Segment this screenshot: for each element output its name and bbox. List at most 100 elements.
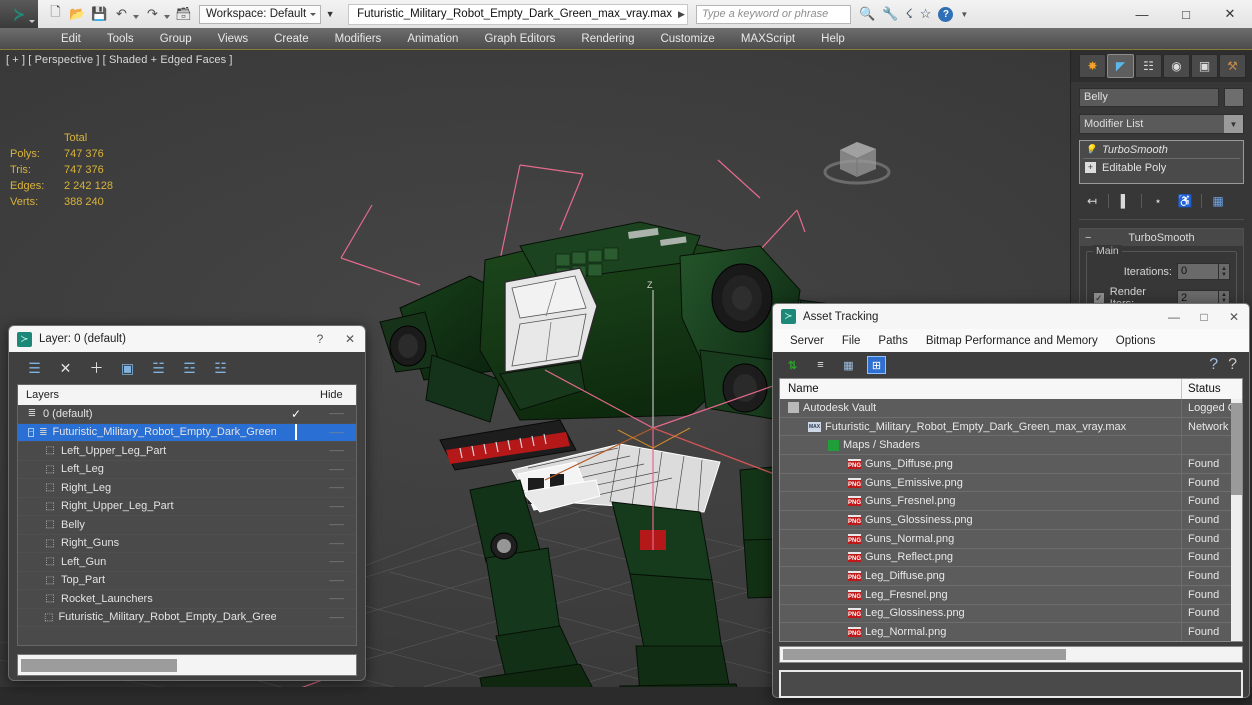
save-file-icon[interactable]: 💾 xyxy=(89,4,110,25)
display-tab[interactable]: ▣ xyxy=(1191,54,1218,78)
select-highlighted-objects-icon[interactable]: ☱ xyxy=(149,359,168,378)
hide-column-cell[interactable]: –––– xyxy=(316,428,356,437)
layer-row[interactable]: ≣ 0 (default) ✓ –––– xyxy=(18,405,356,424)
collapse-icon[interactable]: − xyxy=(1085,232,1091,244)
delete-layer-icon[interactable]: ✕ xyxy=(56,359,75,378)
help-pointer-icon[interactable]: ? xyxy=(1209,356,1218,374)
modifier-list-dropdown[interactable]: Modifier List ▼ xyxy=(1079,114,1244,134)
asset-row[interactable]: PNG Guns_Fresnel.png Found xyxy=(780,492,1242,512)
object-color-swatch[interactable] xyxy=(1224,88,1244,107)
create-tab[interactable]: ✸ xyxy=(1079,54,1106,78)
view-cube[interactable] xyxy=(820,128,894,190)
close-button[interactable]: ✕ xyxy=(1219,304,1249,330)
select-objects-in-layer-icon[interactable]: ▣ xyxy=(118,359,137,378)
workspace-selector[interactable]: Workspace: Default xyxy=(199,4,322,24)
menu-item-views[interactable]: Views xyxy=(205,28,261,50)
asset-row[interactable]: PNG Leg_Diffuse.png Found xyxy=(780,567,1242,586)
hide-column-cell[interactable]: –––– xyxy=(316,539,356,548)
layer-row[interactable]: ⬚ Left_Upper_Leg_Part –––– xyxy=(18,442,356,461)
refresh-icon[interactable]: ⇅ xyxy=(783,356,802,374)
asset-row[interactable]: PNG Guns_Glossiness.png Found xyxy=(780,511,1242,530)
menu-item-file[interactable]: File xyxy=(833,335,870,347)
layer-row[interactable]: ⬚ Futuristic_Military_Robot_Empty_Dark_Gr… xyxy=(18,609,356,627)
menu-item-server[interactable]: Server xyxy=(781,335,833,347)
asset-row[interactable]: PNG Guns_Reflect.png Found xyxy=(780,548,1242,568)
undo-icon[interactable]: ↶ xyxy=(111,4,132,25)
thumbnail-view-icon[interactable]: ▦ xyxy=(839,356,858,374)
close-button[interactable]: ✕ xyxy=(1208,0,1252,28)
layer-row[interactable]: ⬚ Right_Upper_Leg_Part –––– xyxy=(18,498,356,516)
layer-row[interactable]: ⬚ Right_Leg –––– xyxy=(18,479,356,498)
help-dropdown-icon[interactable]: ▼ xyxy=(960,10,968,19)
search-input[interactable]: Type a keyword or phrase xyxy=(695,4,851,24)
menu-item-customize[interactable]: Customize xyxy=(647,28,727,50)
hide-column-cell[interactable]: –––– xyxy=(316,557,356,566)
menu-item-create[interactable]: Create xyxy=(261,28,322,50)
scrollbar-thumb[interactable] xyxy=(783,649,1066,660)
layer-row[interactable]: ⬚ Rocket_Launchers –––– xyxy=(18,590,356,609)
menu-item-paths[interactable]: Paths xyxy=(869,335,916,347)
scrollbar-thumb[interactable] xyxy=(1231,403,1242,495)
create-new-layer-icon[interactable]: ☰ xyxy=(25,359,44,378)
help-button[interactable]: ? xyxy=(305,326,335,352)
compass-icon[interactable]: ☇ xyxy=(905,6,912,22)
hide-column-cell[interactable]: –––– xyxy=(316,576,356,585)
new-file-icon[interactable]: 🗋 xyxy=(45,4,66,25)
layer-active-check[interactable]: ✓ xyxy=(276,407,316,421)
hide-column-cell[interactable]: –––– xyxy=(316,502,356,511)
add-selection-to-layer-icon[interactable]: ＋ xyxy=(87,359,106,378)
hide-column-cell[interactable]: –––– xyxy=(316,446,356,455)
menu-item-graph-editors[interactable]: Graph Editors xyxy=(471,28,568,50)
menu-item-rendering[interactable]: Rendering xyxy=(568,28,647,50)
object-name-field[interactable]: Belly xyxy=(1079,88,1219,107)
asset-row[interactable]: Maps / Shaders xyxy=(780,436,1242,456)
rollout-header[interactable]: − TurboSmooth xyxy=(1080,229,1243,246)
help-icon[interactable]: ? xyxy=(938,6,954,22)
open-file-icon[interactable]: 📂 xyxy=(67,4,88,25)
show-end-result-button[interactable]: ▌ xyxy=(1114,191,1136,211)
layer-row[interactable]: ⬚ Top_Part –––– xyxy=(18,572,356,590)
pin-stack-button[interactable]: ↤ xyxy=(1081,191,1103,211)
asset-row[interactable]: Autodesk Vault Logged O xyxy=(780,399,1242,418)
app-logo-icon[interactable]: ≻ xyxy=(0,0,38,28)
workspace-dropdown-icon[interactable]: ▼ xyxy=(322,5,338,24)
undo-dropdown-icon[interactable] xyxy=(133,15,139,19)
hide-column-cell[interactable]: –––– xyxy=(316,483,356,492)
menu-item-help[interactable]: Help xyxy=(808,28,858,50)
binoculars-icon[interactable]: 🔍 xyxy=(859,6,875,22)
hide-column-cell[interactable]: –––– xyxy=(316,465,356,474)
favorites-star-icon[interactable]: ☆ xyxy=(920,6,932,22)
minimize-button[interactable]: — xyxy=(1159,304,1189,330)
modifier-stack-item-editable-poly[interactable]: + Editable Poly xyxy=(1080,159,1243,176)
menu-item-options[interactable]: Options xyxy=(1107,335,1165,347)
asset-row[interactable]: PNG Guns_Emissive.png Found xyxy=(780,473,1242,493)
layer-list[interactable]: Layers Hide ≣ 0 (default) ✓ –––– − ≣ Futuristi… xyxy=(17,384,357,646)
scrollbar-thumb[interactable] xyxy=(21,658,178,672)
help-question-icon[interactable]: ? xyxy=(1228,356,1237,374)
plus-expand-icon[interactable]: + xyxy=(1085,162,1096,173)
layer-row[interactable]: ⬚ Belly –––– xyxy=(18,516,356,535)
close-button[interactable]: ✕ xyxy=(335,326,365,352)
modifier-stack-item-turbosmooth[interactable]: 💡 TurboSmooth xyxy=(1080,141,1243,158)
motion-tab[interactable]: ◉ xyxy=(1163,54,1190,78)
layer-row[interactable]: − ≣ Futuristic_Military_Robot_Empty_Dark_G… xyxy=(18,423,356,442)
asset-table-hscrollbar[interactable] xyxy=(779,646,1243,663)
remove-modifier-button[interactable]: ♿ xyxy=(1174,191,1196,211)
layer-row[interactable]: ⬚ Left_Leg –––– xyxy=(18,461,356,479)
chevron-down-icon[interactable]: ▼ xyxy=(1224,115,1243,133)
asset-row[interactable]: MAX Futuristic_Military_Robot_Empty_Dark_… xyxy=(780,417,1242,437)
hide-checkbox[interactable] xyxy=(276,424,316,441)
menu-item-group[interactable]: Group xyxy=(147,28,205,50)
modifier-stack[interactable]: 💡 TurboSmooth + Editable Poly xyxy=(1079,140,1244,184)
grid-view-icon[interactable]: ⊞ xyxy=(867,356,886,374)
highlight-selected-objects-icon[interactable]: ☲ xyxy=(180,359,199,378)
viewport-label[interactable]: [ + ] [ Perspective ] [ Shaded + Edged F… xyxy=(6,54,233,66)
checkbox-empty-icon[interactable] xyxy=(295,424,297,441)
hierarchy-tab[interactable]: ☷ xyxy=(1135,54,1162,78)
hide-column-cell[interactable]: –––– xyxy=(316,409,356,418)
lightbulb-icon[interactable]: 💡 xyxy=(1085,144,1096,155)
menu-item-maxscript[interactable]: MAXScript xyxy=(728,28,808,50)
menu-item-edit[interactable]: Edit xyxy=(48,28,94,50)
layer-properties-icon[interactable]: ☳ xyxy=(211,359,230,378)
iterations-stepper[interactable]: 0 ▲ ▼ xyxy=(1177,263,1230,280)
